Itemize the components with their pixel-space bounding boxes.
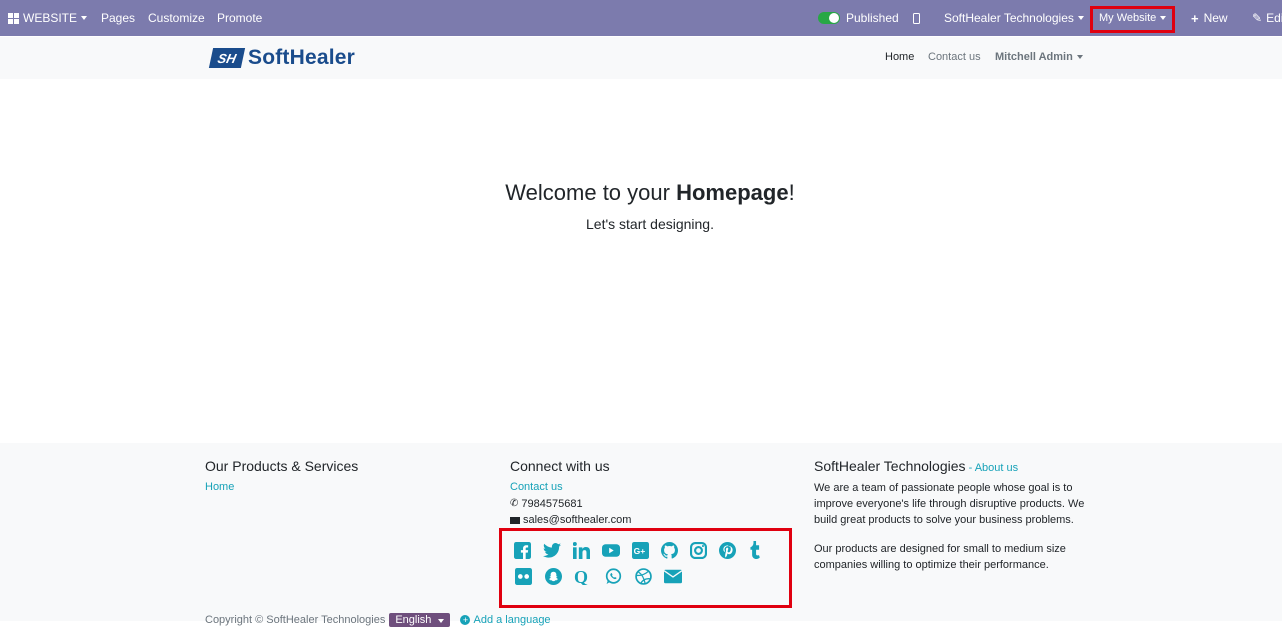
footer-phone: ✆ 7984575681	[510, 496, 583, 512]
pages-menu-label: Pages	[101, 11, 136, 25]
envelope-icon	[510, 516, 520, 524]
copyright-row: Copyright © SoftHealer Technologies Engl…	[205, 613, 551, 627]
plus-circle-icon: +	[460, 615, 471, 625]
user-menu-label: Mitchell Admin	[995, 51, 1073, 63]
pencil-icon: ✎	[1252, 11, 1263, 25]
footer-products-title: Our Products & Services	[205, 458, 359, 474]
footer-link-contact[interactable]: Contact us	[510, 481, 563, 493]
phone-icon: ✆	[510, 498, 519, 509]
logo-text: SoftHealer	[248, 46, 356, 69]
plus-icon: +	[1191, 10, 1199, 26]
footer-link-home[interactable]: Home	[205, 481, 234, 493]
chevron-down-icon	[1077, 16, 1084, 20]
language-selector-label: English	[395, 614, 432, 626]
company-switcher[interactable]: SoftHealer Technologies	[936, 0, 1092, 36]
chevron-down-icon	[1076, 55, 1083, 59]
mobile-preview-button[interactable]	[905, 0, 928, 36]
site-logo[interactable]: SH SoftHealer	[208, 46, 356, 70]
language-selector[interactable]: English	[389, 613, 451, 627]
footer-about-sep: -	[965, 462, 975, 474]
website-menu-label: WEBSITE	[23, 11, 78, 25]
page-title-prefix: Welcome to your	[505, 180, 677, 205]
promote-menu[interactable]: Promote	[209, 0, 270, 36]
nav-link-home[interactable]: Home	[885, 51, 914, 63]
website-menu[interactable]: WEBSITE	[0, 0, 95, 36]
promote-menu-label: Promote	[217, 11, 263, 25]
footer-email-address: sales@softhealer.com	[523, 514, 632, 526]
chevron-down-icon	[81, 16, 88, 20]
highlight-box-social-icons	[499, 528, 792, 608]
add-language-label: Add a language	[473, 614, 551, 626]
footer-company-title: SoftHealer Technologies - About us	[814, 458, 1018, 474]
customize-menu-label: Customize	[148, 11, 205, 25]
copyright-text: Copyright © SoftHealer Technologies	[205, 614, 386, 626]
user-menu[interactable]: Mitchell Admin	[995, 51, 1083, 63]
mobile-phone-icon	[913, 12, 920, 24]
page-title-suffix: !	[788, 180, 795, 205]
chevron-down-icon	[438, 619, 445, 623]
site-navbar	[0, 37, 1282, 79]
logo-mark: SH	[208, 48, 246, 68]
published-toggle[interactable]: Published	[810, 0, 907, 36]
footer-phone-number: 7984575681	[521, 498, 583, 510]
new-button[interactable]: + New	[1183, 0, 1236, 36]
add-language-link[interactable]: + Add a language	[460, 614, 551, 626]
customize-menu[interactable]: Customize	[140, 0, 213, 36]
edit-button-label: Edit	[1266, 11, 1282, 25]
company-switcher-label: SoftHealer Technologies	[944, 11, 1074, 25]
page-title-bold: Homepage	[676, 180, 789, 205]
footer-company-name: SoftHealer Technologies	[814, 458, 966, 474]
highlight-box-website-switcher	[1090, 6, 1175, 33]
page-subtitle: Let's start designing.	[586, 216, 714, 232]
page-title: Welcome to your Homepage!	[0, 180, 1282, 206]
published-label: Published	[846, 11, 899, 25]
new-button-label: New	[1203, 11, 1228, 25]
footer-connect-title: Connect with us	[510, 458, 610, 474]
pages-menu[interactable]: Pages	[93, 0, 143, 36]
footer-about-para1: We are a team of passionate people whose…	[814, 482, 1085, 526]
footer-about-para2: Our products are designed for small to m…	[814, 543, 1066, 571]
footer-email: sales@softhealer.com	[510, 512, 631, 528]
nav-link-contact[interactable]: Contact us	[928, 51, 981, 63]
edit-button[interactable]: ✎ Edit	[1244, 0, 1282, 36]
footer-link-about[interactable]: About us	[975, 462, 1018, 474]
apps-grid-icon	[8, 12, 19, 24]
toggle-switch-icon	[818, 12, 840, 24]
